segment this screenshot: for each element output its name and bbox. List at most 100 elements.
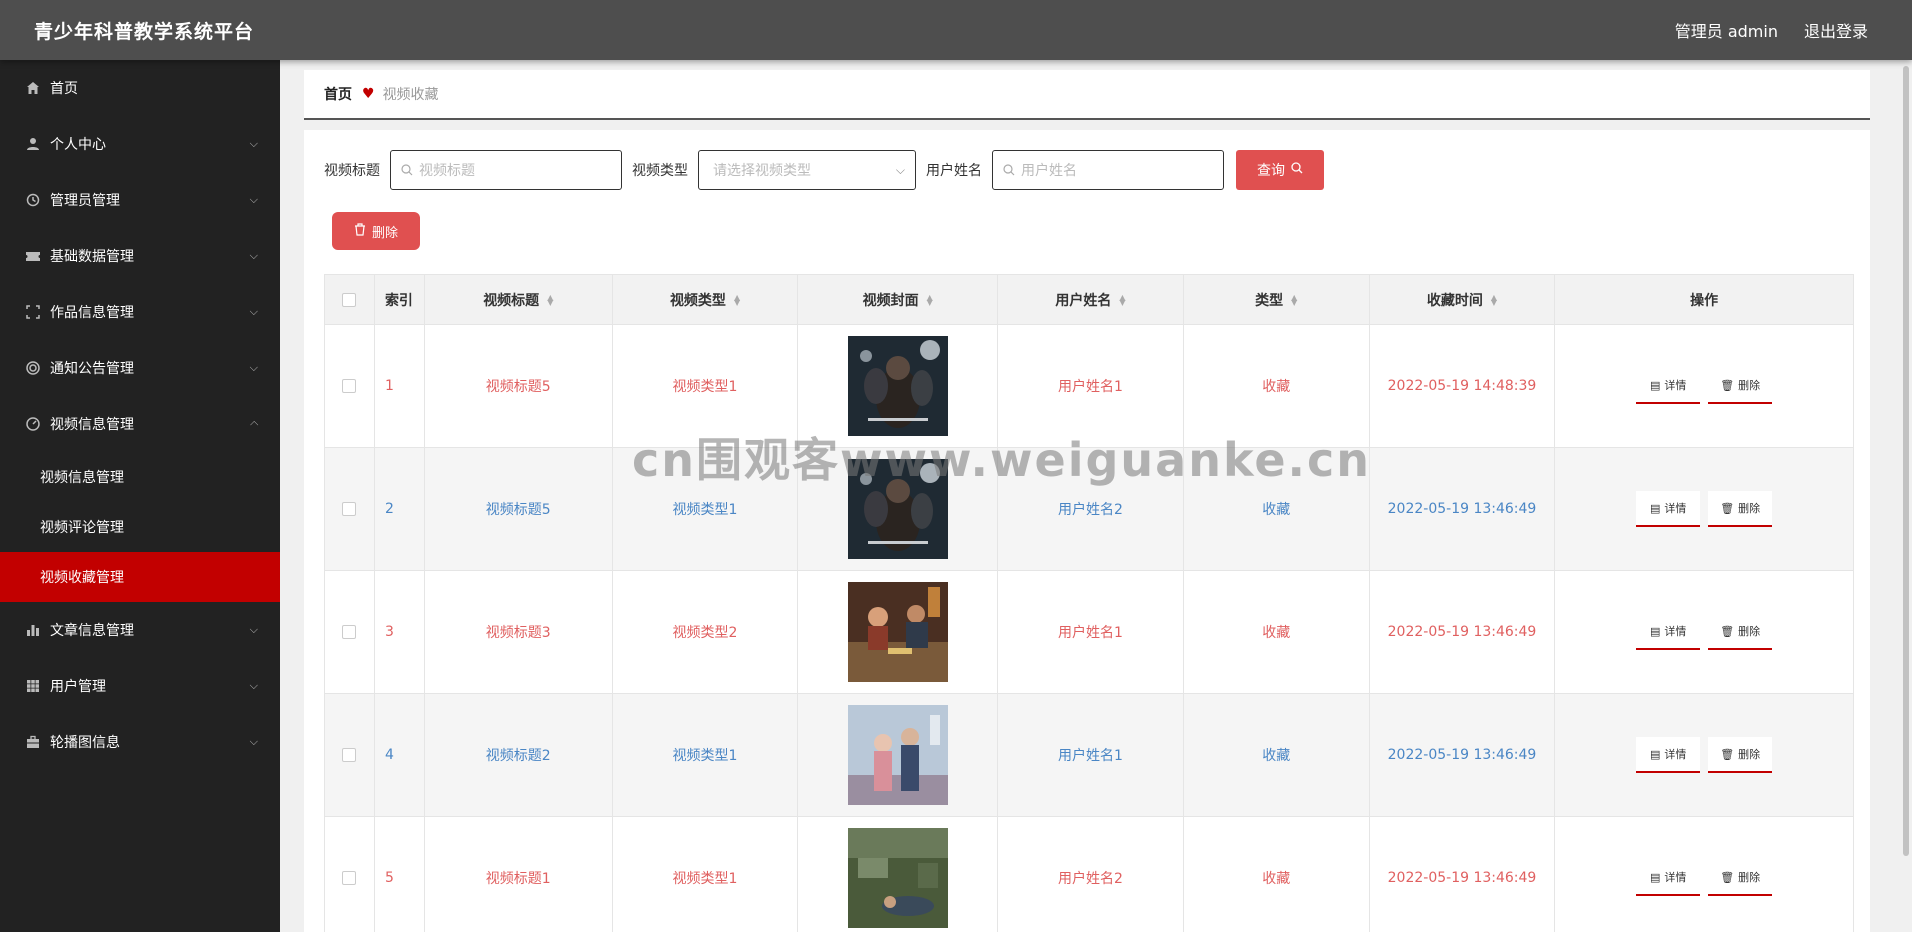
video-cover-image	[847, 459, 948, 559]
app-title: 青少年科普教学系统平台	[34, 20, 255, 43]
sidebar-item-admin[interactable]: 管理员管理 ⌵	[0, 172, 280, 228]
sort-icon: ▲ ▼	[926, 292, 933, 307]
delete-button[interactable]: 🗑 删除	[1708, 368, 1773, 404]
sidebar-item-personal[interactable]: 个人中心 ⌵	[0, 116, 280, 172]
sidebar-item-notice[interactable]: 通知公告管理 ⌵	[0, 340, 280, 396]
row-index: 5	[375, 817, 425, 932]
scrollbar-thumb[interactable]	[1903, 66, 1909, 856]
table-row: 3 视频标题3 视频类型2 用户姓名1 收藏 2022-05-19 13:46:49 ▤ 详情…	[325, 571, 1853, 694]
sidebar-item-label: 管理员管理	[50, 193, 120, 209]
sidebar-item-home[interactable]: 首页	[0, 60, 280, 116]
row-checkbox[interactable]	[342, 379, 357, 393]
sidebar-subitem-video-favorite[interactable]: 视频收藏管理	[0, 552, 280, 602]
row-time: 2022-05-19 13:46:49	[1370, 817, 1556, 932]
header-cover[interactable]: 视频封面 ▲ ▼	[798, 275, 999, 324]
trash-icon	[354, 222, 366, 240]
row-cover[interactable]	[798, 817, 999, 932]
sort-icon: ▲ ▼	[547, 292, 554, 307]
detail-button[interactable]: ▤ 详情	[1636, 860, 1701, 896]
logout-link[interactable]: 退出登录	[1804, 18, 1868, 42]
delete-button[interactable]: 🗑 删除	[1708, 491, 1773, 527]
delete-button[interactable]: 🗑 删除	[1708, 614, 1773, 650]
row-kind: 收藏	[1184, 325, 1370, 447]
filter-bar: 视频标题 视频标题 视频类型 请选择视频类型 ⌵ 用户姓名 用户姓名 查询	[324, 150, 1324, 190]
row-cover[interactable]	[798, 571, 999, 693]
sidebar-subitem-video-info[interactable]: 视频信息管理	[0, 452, 280, 502]
document-icon: ▤	[1649, 378, 1661, 392]
row-title: 视频标题5	[425, 325, 613, 447]
breadcrumb-current: 视频收藏	[382, 87, 439, 103]
chevron-down-icon: ⌵	[249, 735, 258, 748]
sidebar-item-article[interactable]: 文章信息管理 ⌵	[0, 602, 280, 658]
header-type[interactable]: 视频类型 ▲ ▼	[613, 275, 799, 324]
sidebar-item-video[interactable]: 视频信息管理 ⌵	[0, 396, 280, 452]
row-title: 视频标题2	[425, 694, 613, 816]
row-checkbox[interactable]	[342, 748, 357, 762]
detail-button[interactable]: ▤ 详情	[1636, 368, 1701, 404]
sidebar-item-label: 轮播图信息	[50, 735, 120, 751]
detail-button[interactable]: ▤ 详情	[1636, 614, 1701, 650]
batch-delete-button[interactable]: 删除	[332, 212, 420, 250]
title-search-input[interactable]: 视频标题	[390, 150, 622, 190]
row-time: 2022-05-19 13:46:49	[1370, 571, 1556, 693]
sidebar-item-works[interactable]: 作品信息管理 ⌵	[0, 284, 280, 340]
user-search-input[interactable]: 用户姓名	[992, 150, 1224, 190]
table-row: 1 视频标题5 视频类型1 用户姓名1 收藏 2022-05-19 14:48:39 ▤ 详情…	[325, 325, 1853, 448]
row-index: 4	[375, 694, 425, 816]
row-user: 用户姓名1	[998, 325, 1184, 447]
favorites-table: 索引 视频标题 ▲ ▼ 视频类型 ▲ ▼ 视频封面 ▲ ▼ 用户姓名 ▲ ▼ 类型 ▲ ▼ 收藏时间…	[324, 274, 1854, 932]
query-button[interactable]: 查询	[1236, 150, 1324, 190]
frame-icon	[24, 303, 42, 321]
header-user[interactable]: 用户姓名 ▲ ▼	[998, 275, 1184, 324]
document-icon: ▤	[1649, 624, 1661, 638]
type-filter-label: 视频类型	[632, 163, 688, 179]
header-title[interactable]: 视频标题 ▲ ▼	[425, 275, 613, 324]
header-time[interactable]: 收藏时间 ▲ ▼	[1370, 275, 1556, 324]
sidebar-subitem-video-comment[interactable]: 视频评论管理	[0, 502, 280, 552]
video-cover-image	[847, 336, 948, 436]
briefcase-icon	[24, 733, 42, 751]
chevron-down-icon: ⌵	[895, 162, 905, 177]
row-type: 视频类型1	[613, 325, 799, 447]
row-checkbox[interactable]	[342, 502, 357, 516]
detail-button[interactable]: ▤ 详情	[1636, 737, 1701, 773]
row-index: 2	[375, 448, 425, 570]
chevron-up-icon: ⌵	[249, 418, 258, 431]
detail-button[interactable]: ▤ 详情	[1636, 491, 1701, 527]
user-label: 管理员 admin	[1674, 22, 1778, 41]
row-cover[interactable]	[798, 325, 999, 447]
document-icon: ▤	[1649, 747, 1661, 761]
sidebar-item-label: 通知公告管理	[50, 361, 134, 377]
breadcrumb-home[interactable]: 首页	[324, 84, 352, 104]
trash-icon: 🗑	[1720, 747, 1735, 761]
row-title: 视频标题1	[425, 817, 613, 932]
delete-button[interactable]: 🗑 删除	[1708, 860, 1773, 896]
sidebar-item-basic-data[interactable]: 基础数据管理 ⌵	[0, 228, 280, 284]
main-area: 首页 ♥ 视频收藏 视频标题 视频标题 视频类型 请选择视频类型 ⌵ 用户姓名 …	[280, 60, 1900, 932]
trash-icon: 🗑	[1720, 501, 1735, 515]
row-checkbox[interactable]	[342, 871, 357, 885]
chevron-down-icon: ⌵	[249, 137, 258, 150]
home-icon	[24, 79, 42, 97]
sidebar-item-carousel[interactable]: 轮播图信息 ⌵	[0, 714, 280, 770]
header-op: 操作	[1690, 292, 1719, 309]
sidebar-item-label: 文章信息管理	[50, 623, 134, 639]
bar-chart-icon	[24, 621, 42, 639]
grid-icon	[24, 677, 42, 695]
delete-button[interactable]: 🗑 删除	[1708, 737, 1773, 773]
row-checkbox[interactable]	[342, 625, 357, 639]
table-row: 2 视频标题5 视频类型1 用户姓名2 收藏 2022-05-19 13:46:49 ▤ 详情…	[325, 448, 1853, 571]
sidebar: 首页 个人中心 ⌵ 管理员管理 ⌵ 基础数据管理 ⌵ 作品信息管理 ⌵ 通知公告…	[0, 60, 280, 932]
sidebar-item-label: 个人中心	[50, 137, 106, 153]
row-kind: 收藏	[1184, 817, 1370, 932]
select-all-checkbox[interactable]	[342, 292, 357, 307]
header-kind[interactable]: 类型 ▲ ▼	[1184, 275, 1370, 324]
row-cover[interactable]	[798, 448, 999, 570]
scrollbar[interactable]	[1900, 60, 1912, 932]
row-user: 用户姓名1	[998, 694, 1184, 816]
chevron-down-icon: ⌵	[249, 193, 258, 206]
sidebar-item-label: 基础数据管理	[50, 249, 134, 265]
sidebar-item-users[interactable]: 用户管理 ⌵	[0, 658, 280, 714]
row-cover[interactable]	[798, 694, 999, 816]
type-select[interactable]: 请选择视频类型 ⌵	[698, 150, 916, 190]
